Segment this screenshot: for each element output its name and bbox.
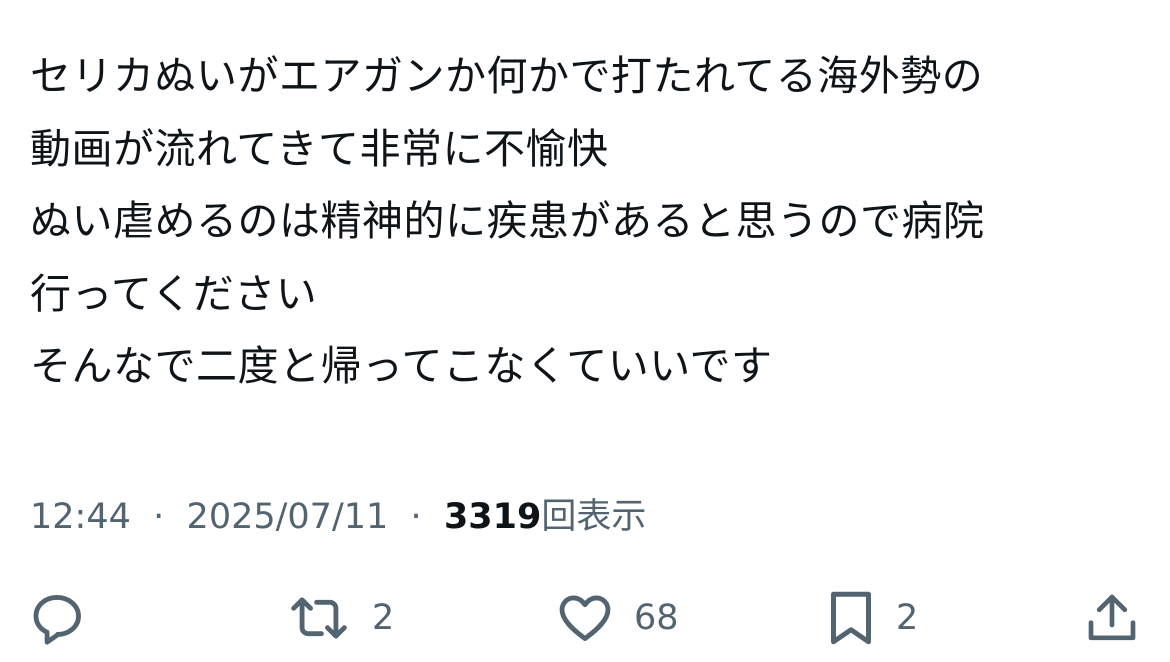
tweet-line-1: セリカぬいがエアガンか何かで打たれてる海外勢の (30, 52, 984, 100)
tweet-meta: 12:44 · 2025/07/11 · 3319回表示 (30, 492, 646, 542)
action-bar: 2 68 2 (0, 585, 1170, 651)
share-button[interactable] (1084, 585, 1160, 651)
tweet-line-2: 動画が流れてきて非常に不愉快 (30, 124, 609, 173)
meta-separator: · (142, 497, 176, 537)
reply-icon (28, 589, 86, 647)
view-label: 回表示 (541, 497, 647, 537)
meta-separator: · (399, 497, 433, 537)
reply-button[interactable] (28, 585, 106, 651)
share-icon (1084, 589, 1140, 647)
tweet-time[interactable]: 12:44 (30, 497, 131, 537)
tweet-line-3: ぬい虐めるのは精神的に疾患があると思うので病院 (30, 197, 985, 245)
tweet-line-4: 行ってください (30, 269, 318, 318)
bookmark-button[interactable]: 2 (826, 585, 918, 651)
tweet-text: セリカぬいがエアガンか何かで打たれてる海外勢の 動画が流れてきて非常に不愉快 ぬ… (30, 40, 1140, 403)
retweet-button[interactable]: 2 (286, 585, 394, 651)
retweet-count: 2 (372, 598, 395, 638)
heart-icon (556, 589, 614, 647)
tweet-date[interactable]: 2025/07/11 (187, 497, 389, 537)
retweet-icon (286, 589, 352, 647)
bookmark-count: 2 (896, 598, 919, 638)
like-count: 68 (634, 598, 679, 638)
tweet-line-5: そんなで二度と帰ってこなくていいです (30, 342, 773, 390)
bookmark-icon (826, 588, 876, 648)
view-count: 3319 (443, 497, 542, 537)
like-button[interactable]: 68 (556, 585, 679, 651)
